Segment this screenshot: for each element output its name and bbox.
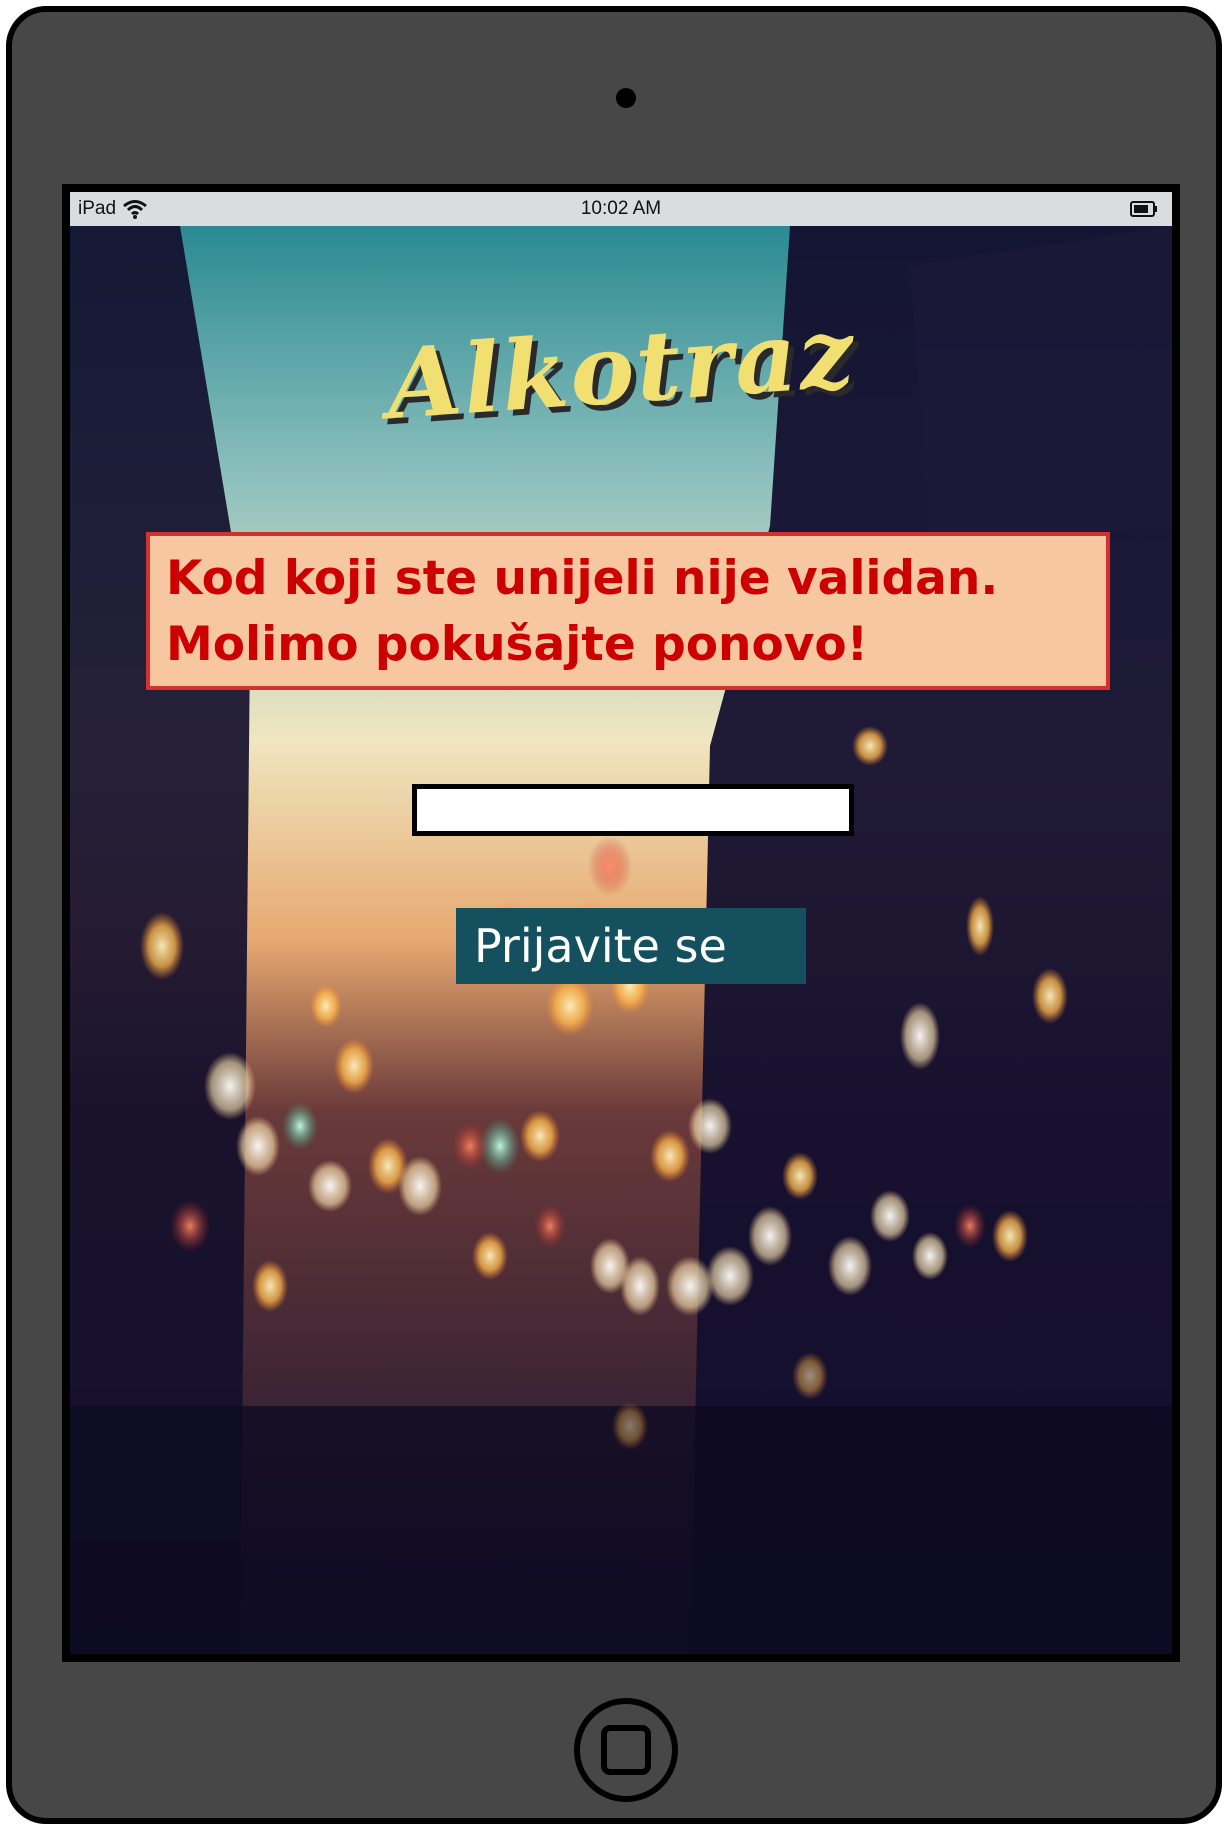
error-message-line-2: Molimo pokušajte ponovo!: [166, 617, 869, 672]
status-bar: iPad 10:02 AM: [70, 192, 1172, 226]
screen-bezel: iPad 10:02 AM Alkotraz Kod koji ste unij…: [62, 184, 1180, 1662]
front-camera: [616, 88, 636, 108]
tablet-device-frame: iPad 10:02 AM Alkotraz Kod koji ste unij…: [6, 6, 1222, 1824]
access-code-input[interactable]: [412, 784, 854, 836]
app-screen: iPad 10:02 AM Alkotraz Kod koji ste unij…: [70, 192, 1172, 1654]
error-alert: Kod koji ste unijeli nije validan. Molim…: [146, 532, 1110, 690]
home-square-icon: [601, 1725, 651, 1775]
home-button[interactable]: [574, 1698, 678, 1802]
error-message-line-1: Kod koji ste unijeli nije validan.: [166, 551, 999, 606]
login-button[interactable]: Prijavite se: [456, 908, 806, 984]
battery-icon: [1130, 201, 1158, 223]
status-time: 10:02 AM: [580, 198, 662, 219]
